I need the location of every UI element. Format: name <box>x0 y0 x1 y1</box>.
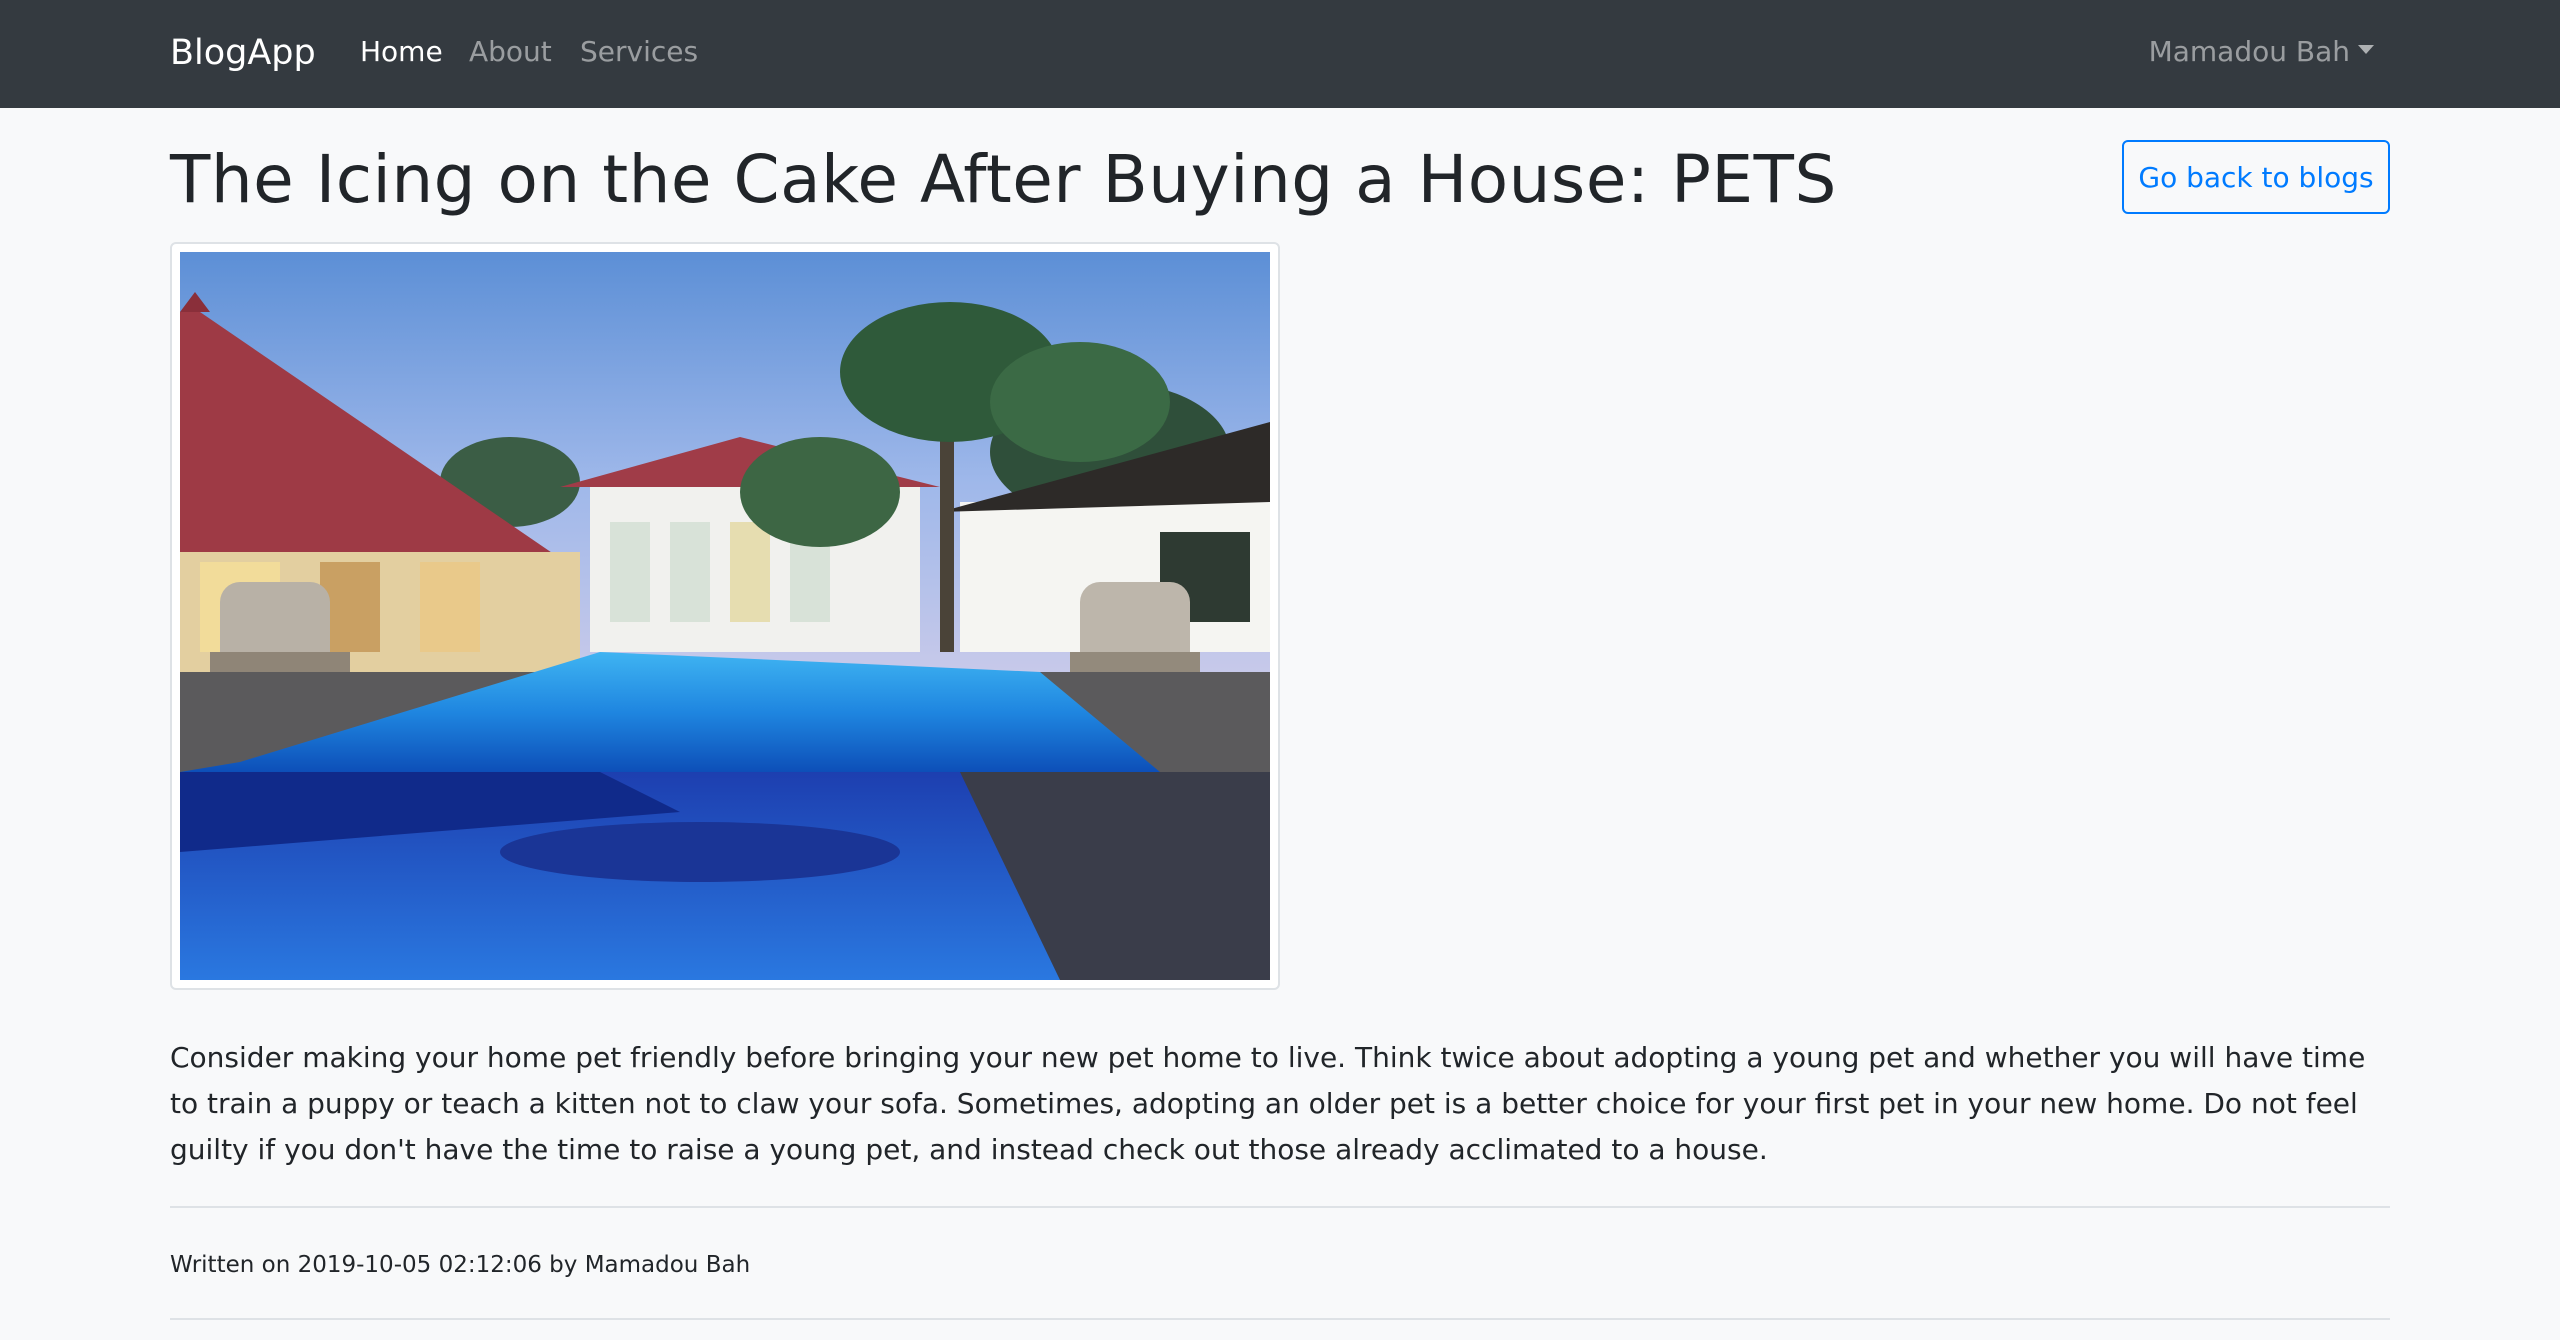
post-image <box>170 242 1280 990</box>
resort-pool-photo-icon <box>180 252 1270 980</box>
go-back-button[interactable]: Go back to blogs <box>2122 140 2390 214</box>
nav-link-home[interactable]: Home <box>360 32 443 72</box>
user-dropdown[interactable]: Mamadou Bah <box>2149 32 2374 72</box>
navbar: BlogApp Home About Services Mamadou Bah <box>0 0 2560 108</box>
post-title: The Icing on the Cake After Buying a Hou… <box>170 141 1837 218</box>
nav-link-about[interactable]: About <box>469 32 552 72</box>
caret-down-icon <box>2358 44 2374 54</box>
post-body: Consider making your home pet friendly b… <box>170 1041 2366 1166</box>
brand-link[interactable]: BlogApp <box>170 28 316 78</box>
nav-link-services[interactable]: Services <box>580 32 698 72</box>
divider <box>170 1318 2390 1320</box>
post-meta: Written on 2019-10-05 02:12:06 by Mamado… <box>170 1252 751 1278</box>
user-name: Mamadou Bah <box>2148 35 2350 68</box>
divider <box>170 1206 2390 1208</box>
